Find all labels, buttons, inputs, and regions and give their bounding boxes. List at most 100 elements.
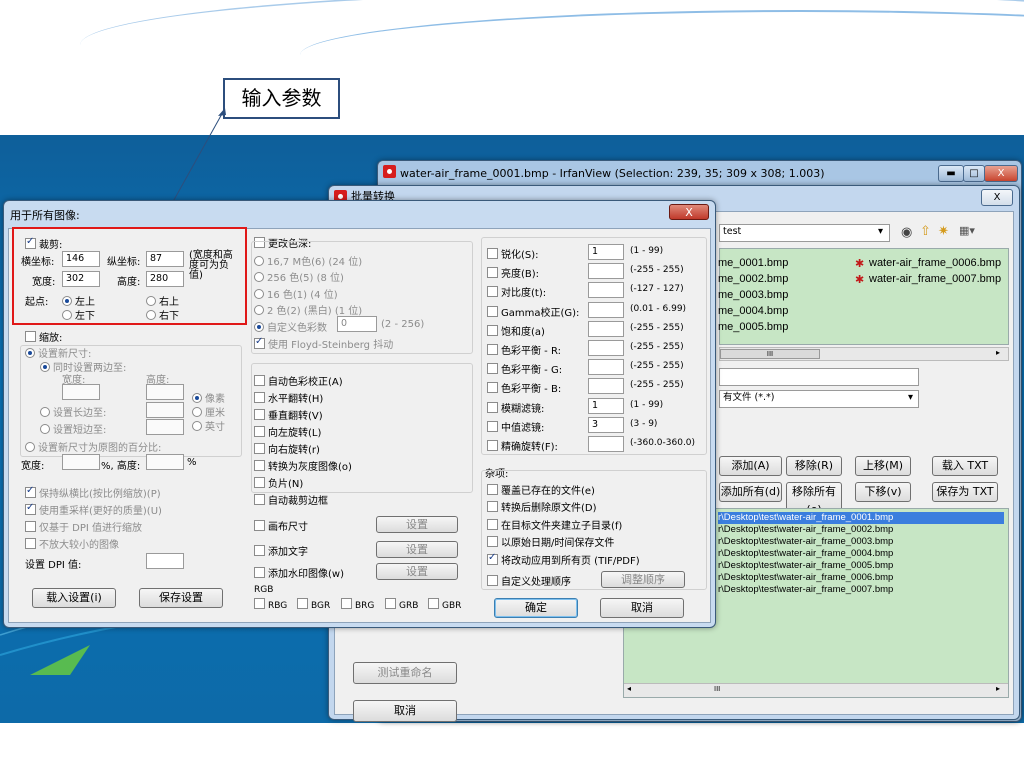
up-folder-icon[interactable]: ⇧ bbox=[920, 224, 931, 239]
color-16m-radio[interactable]: 16,7 M色(6) (24 位) bbox=[254, 253, 362, 268]
set-new-size-radio[interactable]: 设置新尺寸: bbox=[25, 345, 91, 360]
auto-crop-checkbox[interactable]: 自动裁剪边框 bbox=[254, 492, 328, 507]
file-item[interactable]: ✱ water-air_frame_0007.bmp bbox=[855, 273, 1001, 286]
flip-v-checkbox[interactable]: 垂直翻转(V) bbox=[254, 407, 323, 422]
overwrite-checkbox[interactable]: 覆盖已存在的文件(e) bbox=[487, 482, 595, 497]
resize-height-input[interactable] bbox=[146, 384, 184, 400]
ok-button[interactable]: 确定 bbox=[494, 598, 578, 618]
adjust-checkbox[interactable]: 色彩平衡 - B: bbox=[487, 380, 561, 395]
short-side-input[interactable] bbox=[146, 419, 184, 435]
negative-checkbox[interactable]: 负片(N) bbox=[254, 475, 303, 490]
rotate-left-checkbox[interactable]: 向左旋转(L) bbox=[254, 424, 321, 439]
percent-width-input[interactable] bbox=[62, 454, 100, 470]
filetype-select[interactable]: 有文件 (*.*) bbox=[719, 390, 919, 408]
scrollbar-thumb[interactable]: III bbox=[720, 349, 820, 359]
adjust-checkbox[interactable]: Gamma校正(G): bbox=[487, 304, 579, 319]
adjust-value-input[interactable]: 1 bbox=[588, 398, 624, 414]
adjust-checkbox[interactable]: 对比度(t): bbox=[487, 284, 546, 299]
adjust-checkbox[interactable]: 中值滤镜: bbox=[487, 419, 544, 434]
short-side-radio[interactable]: 设置短边至: bbox=[40, 421, 106, 436]
input-file-row[interactable]: r\Desktop\test\water-air_frame_0007.bmp bbox=[718, 584, 893, 595]
chevron-down-icon[interactable]: ▾ bbox=[908, 392, 913, 403]
input-file-row[interactable]: r\Desktop\test\water-air_frame_0002.bmp bbox=[718, 524, 893, 535]
maximize-button[interactable]: □ bbox=[963, 165, 985, 182]
filename-input[interactable] bbox=[719, 368, 919, 386]
color-256-radio[interactable]: 256 色(5) (8 位) bbox=[254, 269, 344, 284]
color-16-radio[interactable]: 16 色(1) (4 位) bbox=[254, 286, 338, 301]
adjust-value-input[interactable]: 3 bbox=[588, 417, 624, 433]
percent-radio[interactable]: 设置新尺寸为原图的百分比: bbox=[25, 439, 161, 454]
dpi-input[interactable] bbox=[146, 553, 184, 569]
scrollbar-grip[interactable]: III bbox=[714, 685, 720, 693]
canvas-size-checkbox[interactable]: 画布尺寸 bbox=[254, 518, 308, 533]
new-folder-icon[interactable]: ✷ bbox=[938, 224, 949, 239]
cancel-button[interactable]: 取消 bbox=[600, 598, 684, 618]
settings-close-button[interactable]: X bbox=[669, 204, 709, 220]
scroll-left-arrow[interactable]: ◂ bbox=[627, 684, 631, 693]
custom-order-checkbox[interactable]: 自定义处理顺序 bbox=[487, 573, 571, 588]
save-settings-button[interactable]: 保存设置 bbox=[139, 588, 223, 608]
add-all-button[interactable]: 添加所有(d) bbox=[719, 482, 782, 502]
file-item[interactable]: me_0001.bmp bbox=[718, 257, 788, 269]
scroll-right-arrow[interactable]: ▸ bbox=[996, 348, 1000, 357]
move-up-button[interactable]: 上移(M) bbox=[855, 456, 911, 476]
resize-width-input[interactable] bbox=[62, 384, 100, 400]
file-item[interactable]: ✱ water-air_frame_0006.bmp bbox=[855, 257, 1001, 270]
file-list-scrollbar[interactable]: III ▸ bbox=[719, 347, 1009, 361]
resize-checkbox[interactable]: 缩放: bbox=[25, 329, 62, 344]
keep-ratio-checkbox[interactable]: 保持纵横比(按比例缩放)(P) bbox=[25, 485, 161, 500]
input-file-row[interactable]: r\Desktop\test\water-air_frame_0001.bmp bbox=[718, 512, 893, 523]
adjust-checkbox[interactable]: 饱和度(a) bbox=[487, 323, 545, 338]
adjust-value-input[interactable] bbox=[588, 436, 624, 452]
resample-checkbox[interactable]: 使用重采样(更好的质量)(U) bbox=[25, 502, 162, 517]
add-button[interactable]: 添加(A) bbox=[719, 456, 782, 476]
rgb-brg-checkbox[interactable]: BRG bbox=[341, 598, 374, 611]
rgb-bgr-checkbox[interactable]: BGR bbox=[297, 598, 330, 611]
add-text-checkbox[interactable]: 添加文字 bbox=[254, 543, 308, 558]
adjust-value-input[interactable]: 1 bbox=[588, 244, 624, 260]
file-item[interactable]: me_0004.bmp bbox=[718, 305, 788, 317]
scroll-right-arrow[interactable]: ▸ bbox=[996, 684, 1000, 693]
rotate-right-checkbox[interactable]: 向右旋转(r) bbox=[254, 441, 320, 456]
minimize-button[interactable]: ▬ bbox=[938, 165, 964, 182]
remove-button[interactable]: 移除(R) bbox=[786, 456, 842, 476]
adjust-checkbox[interactable]: 亮度(B): bbox=[487, 265, 539, 280]
rgb-rbg-checkbox[interactable]: RBG bbox=[254, 598, 287, 611]
adjust-order-button[interactable]: 调整顺序 bbox=[601, 571, 685, 588]
all-pages-checkbox[interactable]: 将改动应用到所有页 (TIF/PDF) bbox=[487, 552, 640, 567]
batch-close-button[interactable]: X bbox=[981, 189, 1013, 206]
grayscale-checkbox[interactable]: 转换为灰度图像(o) bbox=[254, 458, 352, 473]
canvas-setup-button[interactable]: 设置 bbox=[376, 516, 458, 533]
watermark-setup-button[interactable]: 设置 bbox=[376, 563, 458, 580]
adjust-checkbox[interactable]: 锐化(S): bbox=[487, 246, 539, 261]
adjust-value-input[interactable] bbox=[588, 302, 624, 318]
input-list-scrollbar[interactable]: ◂ III ▸ bbox=[624, 683, 1008, 697]
text-setup-button[interactable]: 设置 bbox=[376, 541, 458, 558]
unit-cm-radio[interactable]: 厘米 bbox=[192, 404, 225, 419]
flip-h-checkbox[interactable]: 水平翻转(H) bbox=[254, 390, 323, 405]
move-down-button[interactable]: 下移(v) bbox=[855, 482, 911, 502]
custom-colors-input[interactable]: 0 bbox=[337, 316, 377, 332]
color-custom-radio[interactable]: 自定义色彩数 bbox=[254, 319, 327, 334]
dpi-only-checkbox[interactable]: 仅基于 DPI 值进行缩放 bbox=[25, 519, 142, 534]
adjust-checkbox[interactable]: 色彩平衡 - G: bbox=[487, 361, 562, 376]
adjust-checkbox[interactable]: 精确旋转(F): bbox=[487, 438, 558, 453]
long-side-input[interactable] bbox=[146, 402, 184, 418]
auto-color-checkbox[interactable]: 自动色彩校正(A) bbox=[254, 373, 343, 388]
rgb-grb-checkbox[interactable]: GRB bbox=[385, 598, 418, 611]
input-file-row[interactable]: r\Desktop\test\water-air_frame_0006.bmp bbox=[718, 572, 893, 583]
adjust-checkbox[interactable]: 模糊滤镜: bbox=[487, 400, 544, 415]
input-file-row[interactable]: r\Desktop\test\water-air_frame_0003.bmp bbox=[718, 536, 893, 547]
test-rename-button[interactable]: 测试重命名 bbox=[353, 662, 457, 684]
window-close-button[interactable]: X bbox=[984, 165, 1018, 182]
subdir-checkbox[interactable]: 在目标文件夹建立子目录(f) bbox=[487, 517, 622, 532]
adjust-value-input[interactable] bbox=[588, 282, 624, 298]
file-item[interactable]: me_0003.bmp bbox=[718, 289, 788, 301]
adjust-value-input[interactable] bbox=[588, 359, 624, 375]
adjust-checkbox[interactable]: 色彩平衡 - R: bbox=[487, 342, 561, 357]
file-item[interactable]: me_0005.bmp bbox=[718, 321, 788, 333]
adjust-value-input[interactable] bbox=[588, 321, 624, 337]
load-settings-button[interactable]: 载入设置(i) bbox=[32, 588, 116, 608]
percent-height-input[interactable] bbox=[146, 454, 184, 470]
adjust-value-input[interactable] bbox=[588, 378, 624, 394]
